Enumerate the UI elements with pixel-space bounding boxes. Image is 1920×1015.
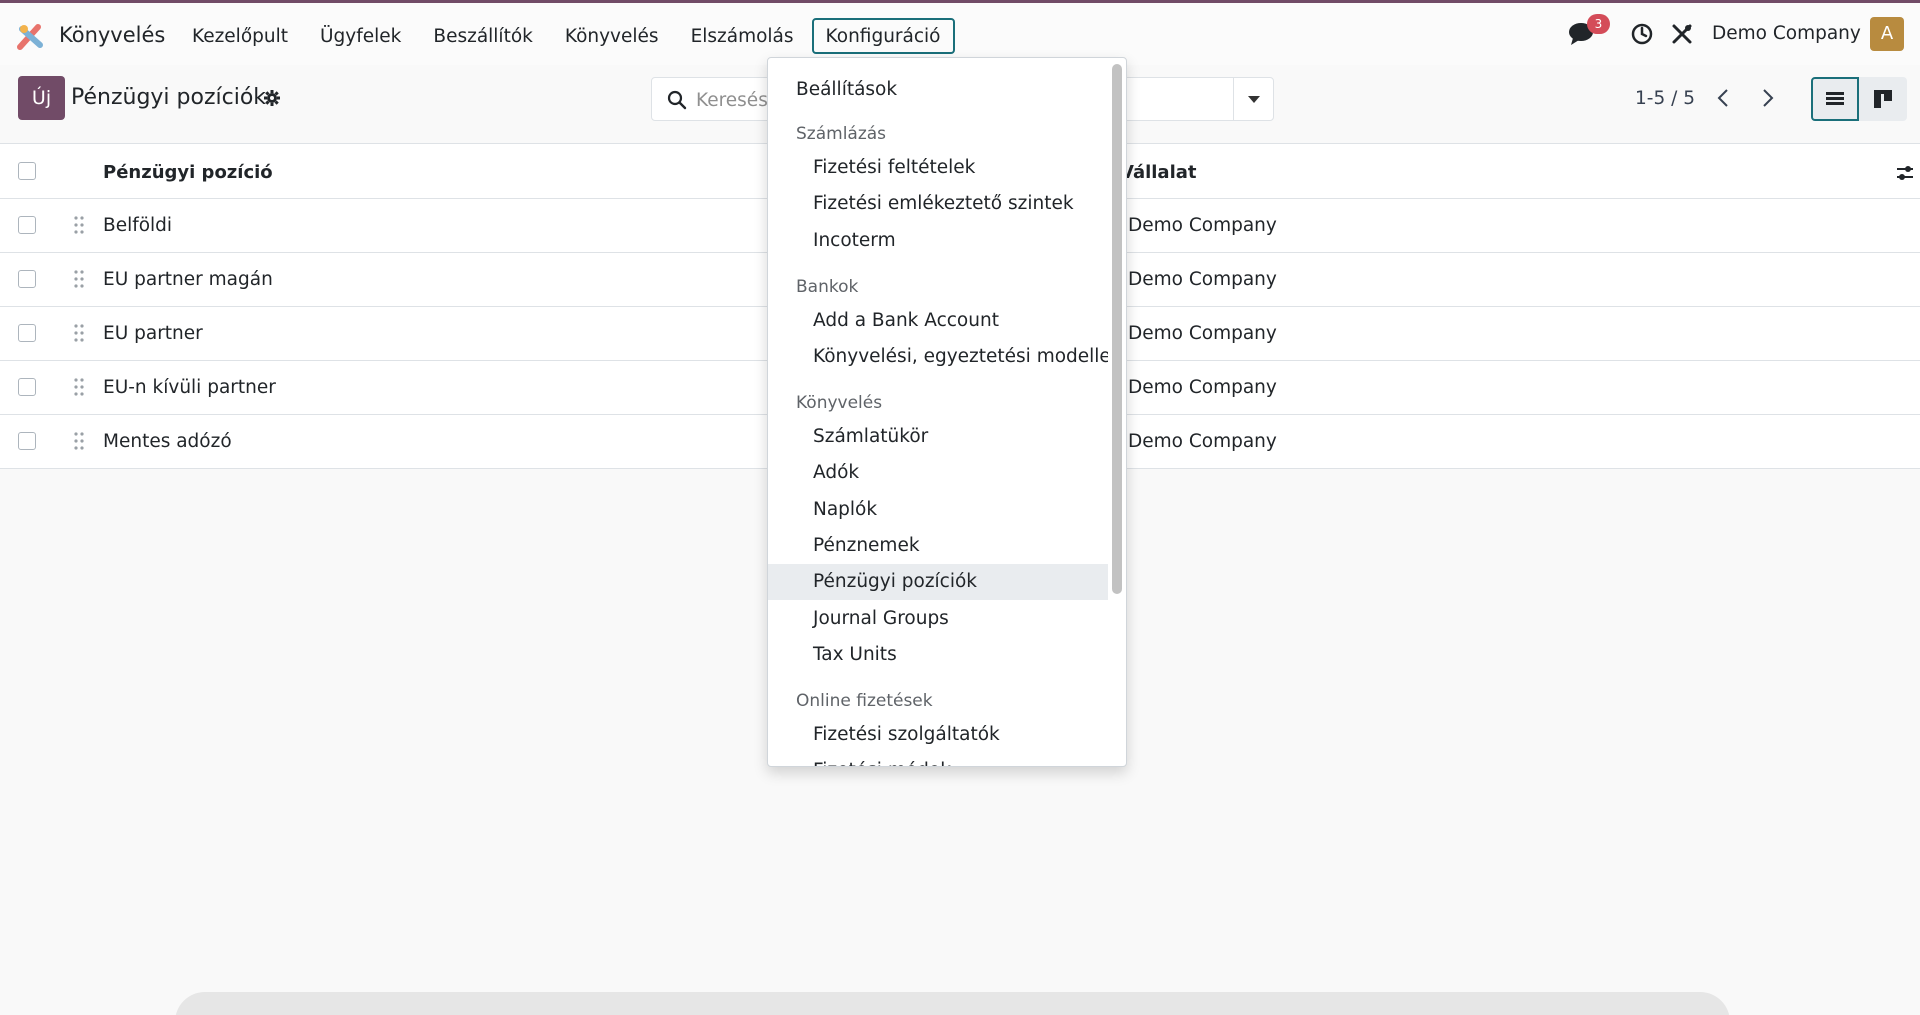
dropdown-item[interactable]: Journal Groups [768, 601, 1108, 637]
caret-down-icon [1248, 96, 1260, 103]
dropdown-item[interactable]: Számlatükör [768, 419, 1108, 455]
pager-value[interactable]: 1-5 / 5 [1635, 88, 1695, 109]
row-checkbox[interactable] [18, 378, 36, 396]
dropdown-item[interactable]: Fizetési emlékeztető szintek [768, 186, 1108, 222]
dropdown-item[interactable]: Könyvelési, egyeztetési modellek [768, 339, 1108, 375]
dropdown-section-header: Számlázás [796, 124, 887, 144]
dropdown-item[interactable]: Tax Units [768, 637, 1108, 673]
clock-icon[interactable] [1630, 22, 1654, 46]
list-view-button[interactable] [1811, 77, 1859, 121]
main-menu: Kezelőpult Ügyfelek Beszállítók Könyvelé… [178, 18, 959, 54]
cell-name: Mentes adózó [103, 431, 232, 452]
menu-item-vendors[interactable]: Beszállítók [419, 18, 546, 54]
dropdown-section-header: Bankok [796, 277, 859, 297]
cell-name: EU partner [103, 323, 203, 344]
drag-handle-icon[interactable] [73, 431, 85, 451]
kanban-view-button[interactable] [1859, 77, 1907, 121]
new-button[interactable]: Új [18, 76, 65, 120]
drag-handle-icon[interactable] [73, 377, 85, 397]
cell-company: Demo Company [1128, 431, 1277, 452]
tools-icon[interactable] [1670, 22, 1694, 46]
bottom-scroll-area [175, 992, 1730, 1015]
dropdown-item[interactable]: Adók [768, 455, 1108, 491]
user-avatar[interactable]: A [1870, 17, 1904, 51]
dropdown-section-header: Könyvelés [796, 393, 883, 413]
dropdown-item[interactable]: Fizetési feltételek [768, 150, 1108, 186]
list-icon [1826, 92, 1844, 105]
column-header-company[interactable]: Vállalat [1120, 162, 1197, 183]
cell-company: Demo Company [1128, 269, 1277, 290]
cell-company: Demo Company [1128, 323, 1277, 344]
dropdown-section-header: Online fizetések [796, 691, 933, 711]
menu-item-reporting[interactable]: Elszámolás [677, 18, 808, 54]
cell-name: EU-n kívüli partner [103, 377, 276, 398]
dropdown-item-settings[interactable]: Beállítások [768, 72, 1108, 108]
chevron-right-icon[interactable] [1755, 86, 1779, 110]
company-switcher[interactable]: Demo Company [1712, 23, 1861, 44]
dropdown-item-selected[interactable]: Pénzügyi pozíciók [768, 564, 1108, 600]
search-icon [667, 90, 687, 110]
cell-company: Demo Company [1128, 215, 1277, 236]
dropdown-item[interactable]: Naplók [768, 492, 1108, 528]
dropdown-item[interactable]: Add a Bank Account [768, 303, 1108, 339]
kanban-icon [1874, 90, 1892, 108]
cell-name: EU partner magán [103, 269, 273, 290]
drag-handle-icon[interactable] [73, 269, 85, 289]
dropdown-item[interactable]: Pénznemek [768, 528, 1108, 564]
drag-handle-icon[interactable] [73, 215, 85, 235]
column-header-name[interactable]: Pénzügyi pozíció [103, 162, 273, 183]
menu-item-dashboard[interactable]: Kezelőpult [178, 18, 302, 54]
row-checkbox[interactable] [18, 270, 36, 288]
menu-item-accounting[interactable]: Könyvelés [551, 18, 673, 54]
dropdown-scrollbar[interactable] [1112, 64, 1122, 594]
message-count-badge: 3 [1587, 14, 1610, 34]
configuration-dropdown: Beállítások Számlázás Fizetési feltétele… [767, 57, 1127, 767]
gear-icon[interactable] [263, 89, 281, 107]
dropdown-list: Beállítások Számlázás Fizetési feltétele… [768, 58, 1108, 766]
row-checkbox[interactable] [18, 324, 36, 342]
row-checkbox[interactable] [18, 432, 36, 450]
column-settings-icon[interactable] [1895, 163, 1915, 183]
cell-name: Belföldi [103, 215, 173, 236]
cell-company: Demo Company [1128, 377, 1277, 398]
menu-item-configuration[interactable]: Konfiguráció [811, 18, 955, 54]
app-name[interactable]: Könyvelés [59, 23, 165, 47]
page-title: Pénzügyi pozíciók [71, 85, 267, 110]
dropdown-item[interactable]: Incoterm [768, 223, 1108, 259]
search-options-toggle[interactable] [1233, 78, 1273, 120]
select-all-checkbox[interactable] [18, 162, 36, 180]
dropdown-item[interactable]: Fizetési módok [768, 753, 1108, 766]
app-logo-icon[interactable] [16, 21, 46, 51]
chevron-left-icon[interactable] [1712, 86, 1736, 110]
row-checkbox[interactable] [18, 216, 36, 234]
drag-handle-icon[interactable] [73, 323, 85, 343]
menu-item-customers[interactable]: Ügyfelek [306, 18, 415, 54]
dropdown-item[interactable]: Fizetési szolgáltatók [768, 717, 1108, 753]
